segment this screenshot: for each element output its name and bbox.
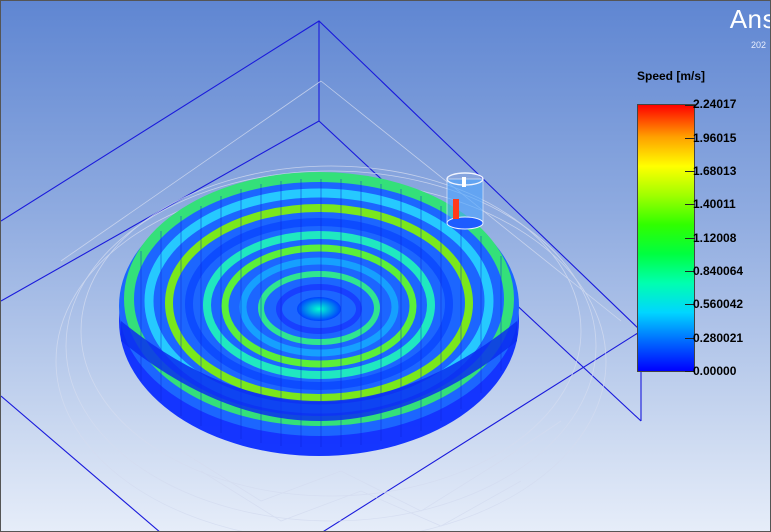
legend-label: 0.840064 xyxy=(693,264,744,278)
legend-label-min: 0.00000 xyxy=(693,364,737,378)
bbox-edge-bottom-left xyxy=(1,395,160,531)
legend-label: 1.40011 xyxy=(693,197,736,211)
legend-label-max: 2.24017 xyxy=(693,97,737,111)
brand-version: 202 xyxy=(750,40,766,50)
inlet-cylinder xyxy=(446,172,484,230)
legend-label: 0.280021 xyxy=(693,331,744,345)
cfd-viewport[interactable]: Ans 202 Speed [m/s] 2.24017 1.96015 1.68… xyxy=(0,0,771,532)
brand-logo: Ans xyxy=(729,4,770,34)
legend-label: 1.68013 xyxy=(693,164,737,178)
legend-title: Speed [m/s] xyxy=(637,69,706,83)
legend-label: 1.96015 xyxy=(693,131,737,145)
legend-label: 1.12008 xyxy=(693,231,737,245)
legend-label: 0.560042 xyxy=(693,297,744,311)
